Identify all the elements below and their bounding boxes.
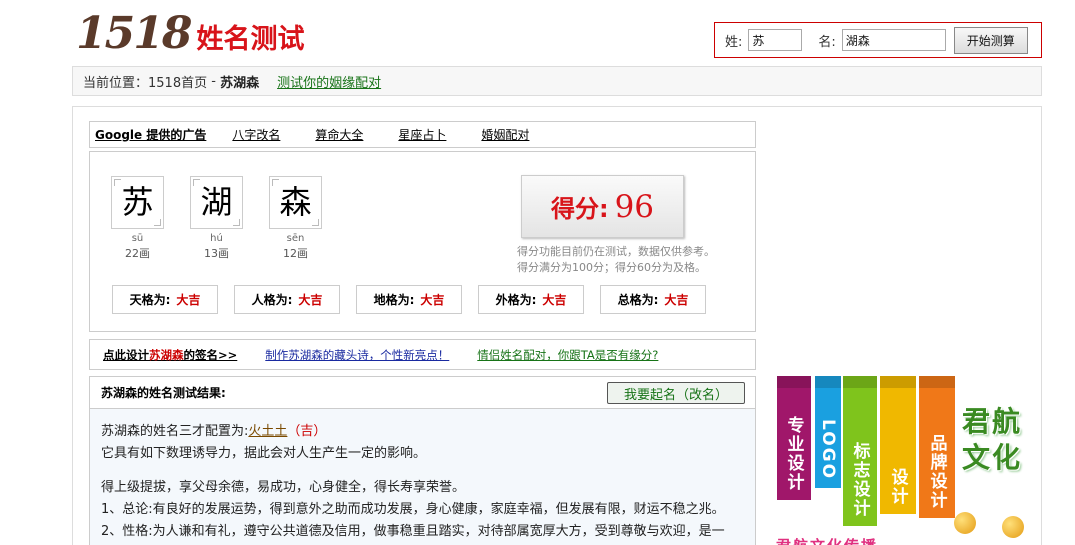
result-title: 苏湖森的姓名测试结果: (101, 386, 226, 400)
char-pinyin: sū (131, 233, 144, 244)
score-value: 96 (614, 188, 655, 225)
test-result-panel: 苏湖森的姓名测试结果: 我要起名（改名） 苏湖森的姓名三才配置为:火土土（吉） … (89, 376, 756, 545)
breadcrumb-home[interactable]: 1518首页 (148, 72, 207, 91)
ad-link-horoscope[interactable]: 星座占卜 (398, 126, 446, 143)
result-line-2: 它具有如下数理诱导力，据此会对人生产生一定的影响。 (101, 446, 427, 461)
design-advertisement[interactable]: 专业设计 LOGO 标志设计 设计 品牌设计 君航文化 君航文化传播 (776, 372, 1034, 545)
ad-bottom-text: 君航文化传播 (776, 535, 878, 545)
surname-label: 姓: (725, 34, 743, 50)
ad-bar-5: 品牌设计 (919, 376, 955, 518)
ad-figure-ball-icon (1002, 516, 1024, 538)
ge-zong: 总格为: 大吉 (600, 285, 706, 314)
char-box: 湖 (190, 176, 243, 229)
ad-bar-text: 标志设计 (849, 442, 870, 518)
ge-value: 大吉 (420, 293, 445, 307)
ge-di: 地格为: 大吉 (356, 285, 462, 314)
sancai-config[interactable]: 火土土 (248, 424, 287, 439)
ge-value: 大吉 (664, 293, 689, 307)
char-box: 苏 (111, 176, 164, 229)
ad-link-fortune[interactable]: 算命大全 (315, 126, 363, 143)
ad-bar-text: 品牌设计 (926, 434, 947, 510)
score-note: 得分功能目前仍在测试，数据仅供参考。 得分满分为100分；得分60分为及格。 (517, 244, 715, 276)
logo-number: 1518 (76, 8, 192, 59)
ge-label: 地格为: (373, 293, 415, 307)
ge-tian: 天格为: 大吉 (112, 285, 218, 314)
breadcrumb-current: 苏湖森 (220, 75, 260, 91)
ad-bar-text: 设计 (887, 468, 908, 506)
char-pinyin: hú (210, 233, 223, 244)
ge-label: 外格为: (495, 293, 537, 307)
ad-bar-text: LOGO (818, 418, 838, 480)
promo-suffix: 的签名>> (183, 347, 238, 362)
sancai-prefix: 苏湖森的姓名三才配置为: (101, 424, 249, 439)
site-logo[interactable]: 1518 姓名测试 (76, 8, 305, 59)
name-analysis-panel: 苏 sū 22画 湖 hú 13画 森 sēn 12画 得分: 96 得分功能目… (89, 151, 756, 332)
ad-link-bazi[interactable]: 八字改名 (232, 126, 280, 143)
ad-figure-ball-icon (954, 512, 976, 534)
ge-label: 天格为: (129, 293, 171, 307)
rename-button[interactable]: 我要起名（改名） (607, 382, 745, 404)
ad-bar-text: 专业设计 (783, 416, 804, 492)
result-line-4: 1、总论:有良好的发展运势，得到意外之助而成功发展，身心健康，家庭幸福，但发展有… (101, 502, 725, 517)
breadcrumb-prefix: 当前位置： (83, 75, 149, 91)
char-pinyin: sēn (286, 233, 305, 244)
char-box: 森 (269, 176, 322, 229)
start-test-button[interactable]: 开始测算 (953, 26, 1028, 54)
result-line-5: 2、性格:为人谦和有礼，遵守公共道德及信用，做事稳重且踏实，对待部属宽厚大方，受… (101, 524, 725, 539)
ad-bar-2: LOGO (815, 376, 841, 488)
ge-value: 大吉 (542, 293, 567, 307)
char-strokes: 13画 (204, 247, 229, 260)
promo-links-bar: 点此设计苏湖森的签名>> 制作苏湖森的藏头诗，个性新亮点！ 情侣姓名配对，你跟T… (89, 339, 756, 370)
given-name-label: 名: (818, 34, 836, 50)
result-header: 苏湖森的姓名测试结果: 我要起名（改名） (90, 377, 755, 409)
breadcrumb-separator: - (207, 73, 221, 89)
logo-text: 姓名测试 (196, 24, 305, 55)
ad-link-marriage[interactable]: 婚姻配对 (481, 126, 529, 143)
promo-prefix: 点此设计 (103, 347, 149, 362)
ge-wai: 外格为: 大吉 (478, 285, 584, 314)
score-note-line-2: 得分满分为100分；得分60分为及格。 (517, 261, 706, 274)
ge-value: 大吉 (298, 293, 323, 307)
char-strokes: 12画 (283, 247, 308, 260)
name-char-3: 森 sēn 12画 (269, 176, 322, 261)
ad-links-bar: Google 提供的广告 八字改名 算命大全 星座占卜 婚姻配对 (89, 121, 756, 148)
google-ads-label[interactable]: Google 提供的广告 (95, 126, 206, 143)
promo-name: 苏湖森 (149, 347, 184, 362)
score-display: 得分: 96 (521, 175, 684, 238)
surname-input[interactable] (748, 29, 803, 51)
score-note-line-1: 得分功能目前仍在测试，数据仅供参考。 (517, 245, 715, 258)
name-char-2: 湖 hú 13画 (190, 176, 243, 261)
score-label: 得分: (550, 195, 609, 223)
couple-match-link[interactable]: 情侣姓名配对，你跟TA是否有缘分? (477, 347, 658, 363)
given-name-input[interactable] (841, 29, 946, 51)
char-strokes: 22画 (125, 247, 150, 260)
breadcrumb: 当前位置： 1518首页 - 苏湖森 测试你的姻缘配对 (72, 66, 1042, 96)
ad-bar-4: 设计 (880, 376, 916, 514)
name-search-form: 姓: 名: 开始测算 (714, 22, 1042, 58)
ad-bar-1: 专业设计 (777, 376, 811, 500)
ge-value: 大吉 (176, 293, 201, 307)
ge-label: 人格为: (251, 293, 293, 307)
sancai-line: 苏湖森的姓名三才配置为:火土土（吉） (101, 421, 744, 443)
sancai-verdict: （吉） (287, 424, 327, 439)
result-line-3: 得上级提拔，享父母余德，易成功，心身健全，得长寿享荣誉。 (101, 480, 466, 495)
marriage-match-link[interactable]: 测试你的姻缘配对 (277, 72, 381, 91)
acrostic-poem-link[interactable]: 制作苏湖森的藏头诗，个性新亮点！ (265, 347, 449, 363)
ad-bar-3: 标志设计 (843, 376, 877, 526)
ge-label: 总格为: (617, 293, 659, 307)
result-body: 苏湖森的姓名三才配置为:火土土（吉） 它具有如下数理诱导力，据此会对人生产生一定… (90, 409, 755, 543)
ad-brand-name: 君航文化 (962, 405, 1023, 474)
name-char-1: 苏 sū 22画 (111, 176, 164, 261)
ge-ren: 人格为: 大吉 (234, 285, 340, 314)
design-signature-link[interactable]: 点此设计苏湖森的签名>> (103, 347, 237, 363)
